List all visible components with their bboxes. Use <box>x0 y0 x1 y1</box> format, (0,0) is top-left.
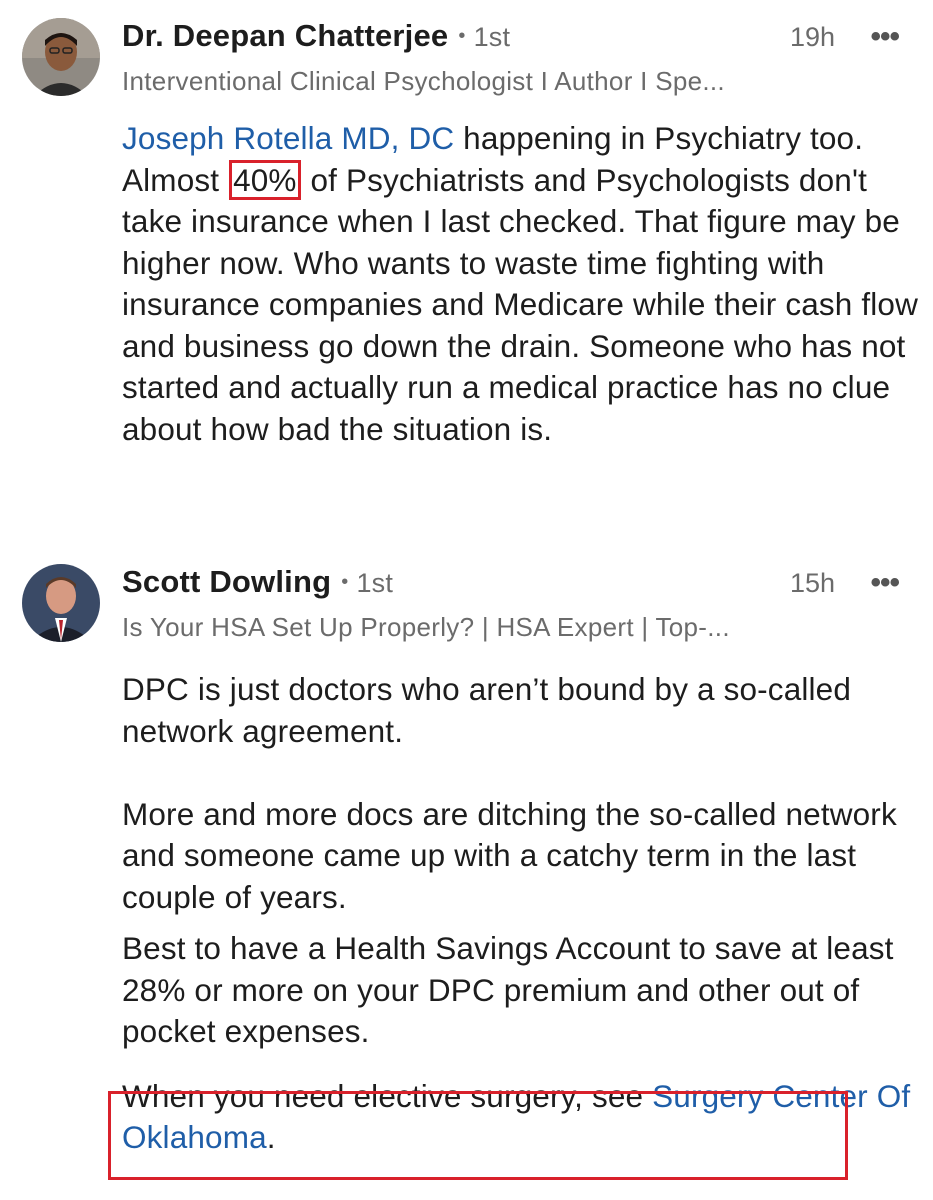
author-name-text[interactable]: Scott Dowling <box>122 564 331 599</box>
author-name[interactable]: Dr. Deepan Chatterjee • 1st <box>122 18 510 54</box>
highlight-box: 40% <box>229 159 301 200</box>
comment-body: Joseph Rotella MD, DC happening in Psych… <box>122 118 922 450</box>
author-name[interactable]: Scott Dowling • 1st <box>122 564 393 600</box>
highlighted-percentage: 40% <box>233 161 297 198</box>
comment-deepan-chatterjee: Dr. Deepan Chatterjee • 1st 19h ••• Interv… <box>0 0 933 540</box>
avatar-photo <box>22 564 100 642</box>
timestamp: 19h <box>789 22 835 52</box>
more-horizontal-icon[interactable]: ••• <box>870 20 899 54</box>
comment-paragraph: More and more docs are ditching the so-c… <box>122 795 897 915</box>
connection-degree: • 1st <box>341 568 393 598</box>
comment-paragraph: Best to have a Health Savings Account to… <box>122 930 894 1049</box>
author-name-text[interactable]: Dr. Deepan Chatterjee <box>122 18 448 53</box>
avatar-photo <box>22 18 100 96</box>
timestamp: 15h <box>789 568 835 598</box>
connection-degree: • 1st <box>458 22 510 52</box>
dot-icon: • <box>458 25 466 47</box>
dot-icon: • <box>341 571 349 593</box>
author-headline: Interventional Clinical Psychologist I A… <box>122 66 725 96</box>
mention-link[interactable]: Joseph Rotella MD, DC <box>122 120 454 156</box>
comment-paragraph: Joseph Rotella MD, DC happening in Psych… <box>122 118 922 450</box>
comment-text: of Psychiatrists and Psychologists don't… <box>122 161 918 447</box>
comment-body: DPC is just doctors who aren’t bound by … <box>122 669 922 1159</box>
more-horizontal-icon[interactable]: ••• <box>870 566 899 600</box>
degree-label: 1st <box>356 568 394 598</box>
author-headline: Is Your HSA Set Up Properly? | HSA Exper… <box>122 612 730 642</box>
highlight-box <box>108 1091 848 1180</box>
avatar[interactable] <box>22 18 100 96</box>
avatar[interactable] <box>22 564 100 642</box>
comment-paragraph: DPC is just doctors who aren’t bound by … <box>122 671 852 749</box>
degree-label: 1st <box>473 22 511 52</box>
